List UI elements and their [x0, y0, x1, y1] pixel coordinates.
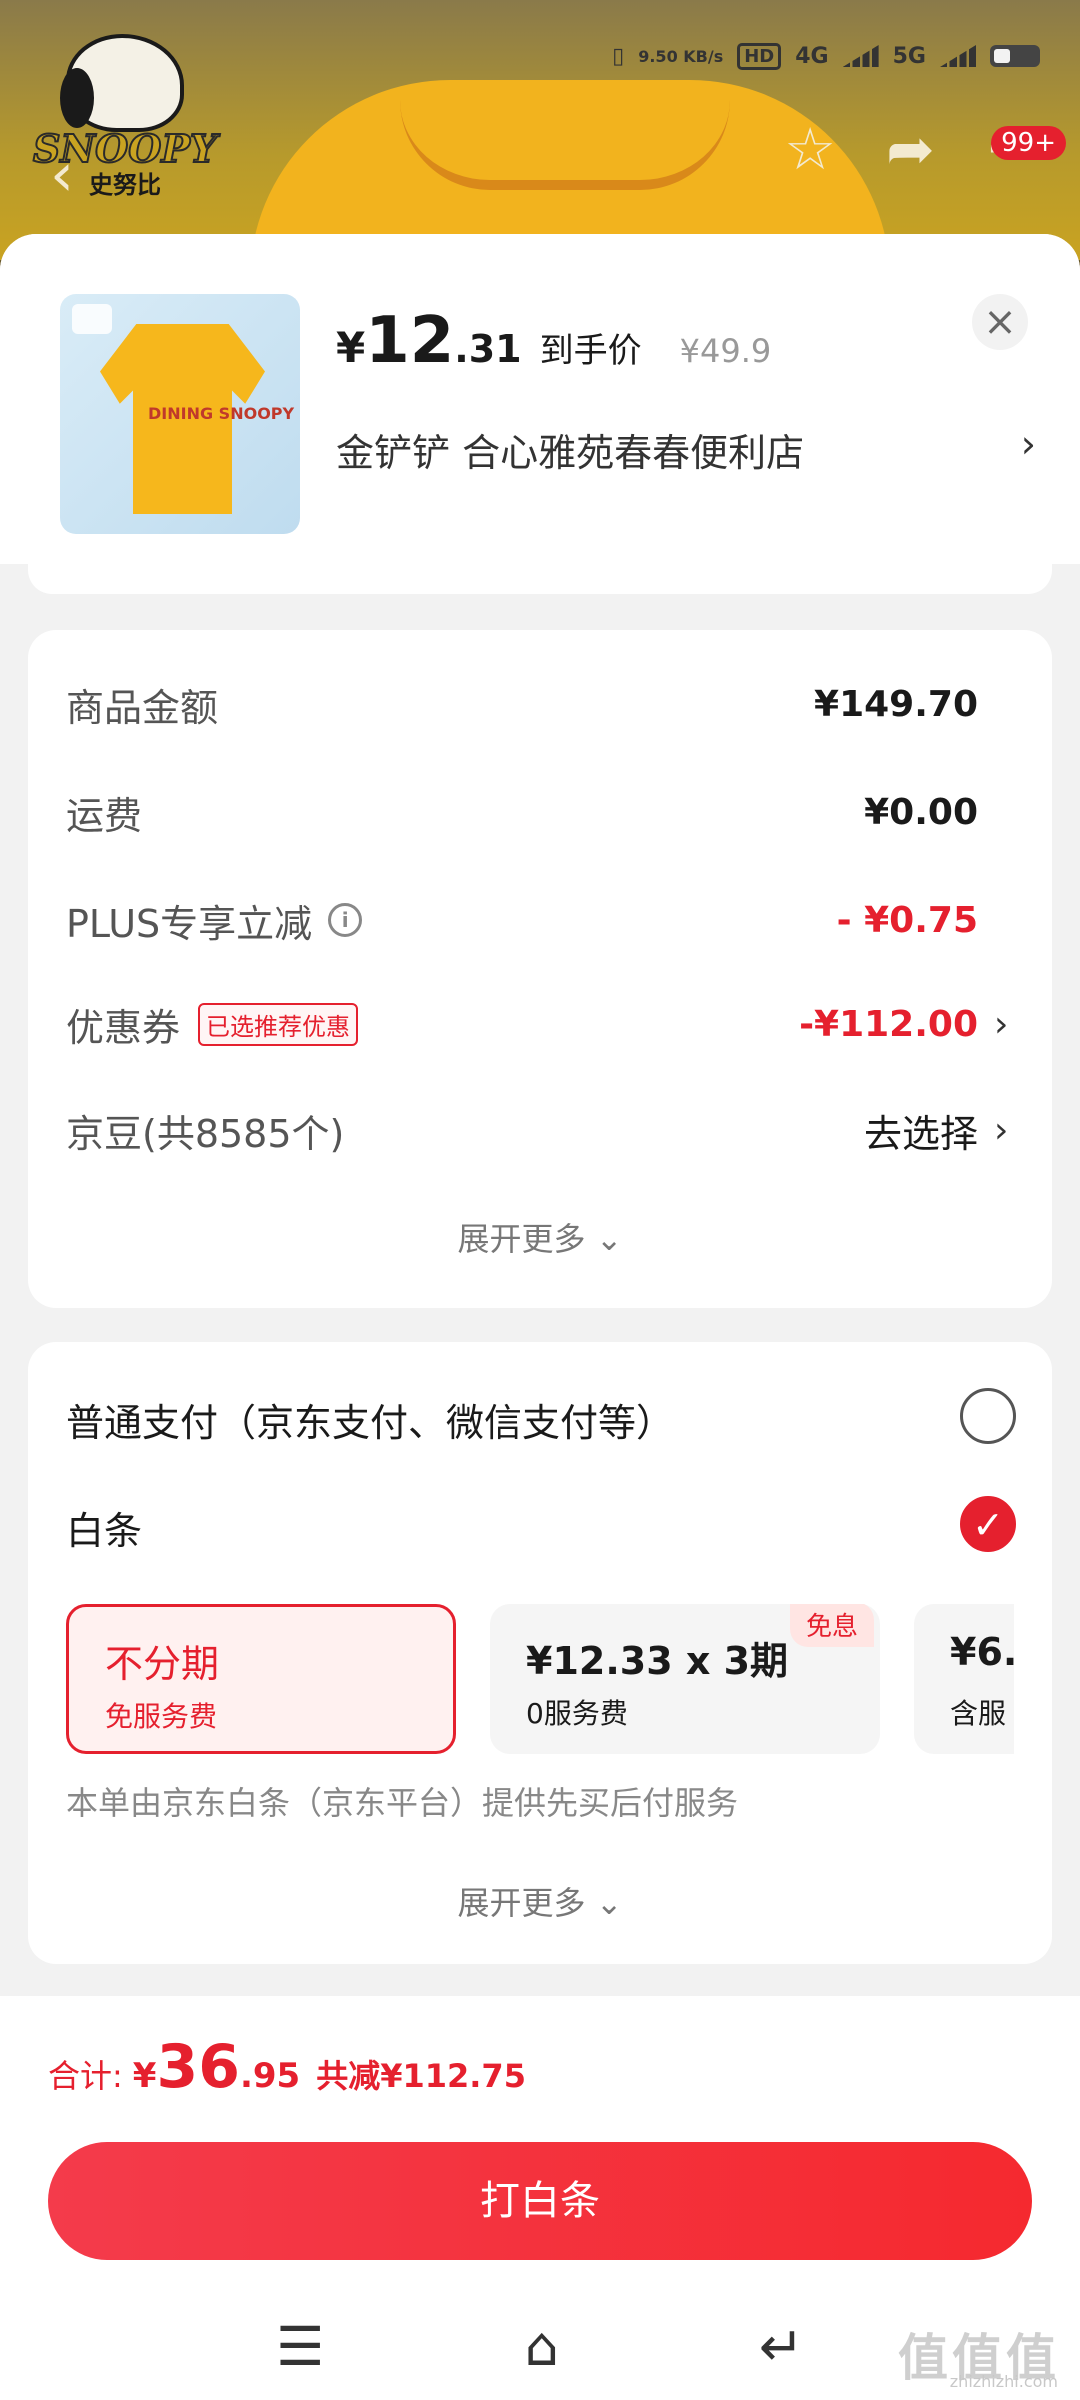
plus-discount-value: - ¥0.75: [836, 899, 978, 941]
total-currency: ¥: [132, 2056, 157, 2096]
price-row: ¥ 12 .31 到手价 ¥49.9: [336, 304, 771, 378]
sheet-header: DINING SNOOPY ¥ 12 .31 到手价 ¥49.9 × 金铲铲 合…: [0, 234, 1080, 564]
store-name: 金铲铲 合心雅苑春春便利店: [336, 431, 805, 475]
shipping-row: 运费 ¥0.00: [66, 782, 1014, 842]
favorite-star-icon[interactable]: ☆: [784, 120, 836, 178]
baitiao-service-note: 本单由京东白条（京东平台）提供先买后付服务: [66, 1784, 739, 1822]
plan-sub: 免服务费: [105, 1700, 218, 1733]
snoopy-logo-icon: [60, 34, 184, 132]
expand-more-label: 展开更多: [457, 1220, 586, 1258]
battery-icon: [990, 45, 1040, 67]
plan-sub: 0服务费: [526, 1697, 628, 1730]
network-4g: 4G: [795, 43, 829, 69]
price-currency: ¥: [336, 323, 366, 372]
notification-badge: 99+: [991, 126, 1066, 160]
plan-3-installments[interactable]: 免息 ¥12.33 x 3期 0服务费: [490, 1604, 880, 1754]
total-row: 合计: ¥ 36 .95 共减¥112.75: [48, 2032, 526, 2102]
goods-amount-label: 商品金额: [66, 685, 219, 730]
coupon-badge: 已选推荐优惠: [198, 1002, 359, 1046]
price-decimal: .31: [454, 327, 522, 371]
net-speed: 9.50 KB/s: [638, 46, 724, 66]
expand-more-button-2[interactable]: 展开更多 ⌄: [28, 1878, 1052, 1924]
hd-icon: HD: [737, 42, 782, 70]
back-nav-icon[interactable]: ↵: [759, 2315, 804, 2378]
coupon-value: -¥112.00: [799, 1003, 978, 1045]
thumb-print-text: DINING SNOOPY: [148, 404, 295, 423]
checkout-footer: 合计: ¥ 36 .95 共减¥112.75 打白条 ☰ ⌂ ↵ 值值值 zhi…: [0, 1996, 1080, 2400]
chevron-right-icon: ›: [1020, 422, 1036, 466]
plus-discount-label: PLUS专享立减: [66, 901, 313, 946]
goods-amount-row: 商品金额 ¥149.70: [66, 674, 1014, 734]
plan-6-installments[interactable]: ¥6. 含服: [914, 1604, 1014, 1754]
coupon-label: 优惠券: [66, 1005, 181, 1050]
watermark-sub: zhizhizhi.com: [949, 2372, 1058, 2391]
vibrate-icon: ▯: [612, 43, 625, 69]
price-tag: 到手价: [539, 331, 642, 371]
jingdou-label: 京豆(共8585个): [66, 1111, 345, 1156]
chevron-right-icon: ›: [994, 1003, 1009, 1045]
total-discount: 共减¥112.75: [316, 2057, 526, 2095]
normal-pay-option[interactable]: 普通支付（京东支付、微信支付等）: [66, 1392, 674, 1447]
store-row[interactable]: 金铲铲 合心雅苑春春便利店 ›: [336, 422, 1036, 477]
plus-discount-row: PLUS专享立减 i - ¥0.75: [66, 890, 1014, 950]
original-price: ¥49.9: [679, 332, 772, 370]
info-icon[interactable]: i: [328, 903, 363, 937]
pay-with-baitiao-button[interactable]: 打白条: [48, 2142, 1032, 2260]
price-integer: 12: [365, 304, 455, 378]
expand-more-button[interactable]: 展开更多 ⌄: [28, 1214, 1052, 1260]
interest-free-badge: 免息: [789, 1604, 874, 1647]
menu-icon[interactable]: ☰: [276, 2315, 324, 2378]
back-icon[interactable]: ‹: [50, 140, 74, 210]
product-image-collar: [400, 100, 730, 190]
plan-title: ¥6.: [950, 1630, 1014, 1674]
chevron-down-icon: ⌄: [595, 1884, 623, 1922]
home-icon[interactable]: ⌂: [524, 2315, 558, 2378]
chevron-down-icon: ⌄: [595, 1220, 623, 1258]
share-icon[interactable]: ➦: [886, 120, 935, 178]
baitiao-option[interactable]: 白条: [66, 1500, 142, 1555]
plan-title: 不分期: [105, 1642, 220, 1686]
shipping-value: ¥0.00: [864, 791, 978, 833]
brand-logo-cn: 史努比: [89, 171, 161, 199]
close-button[interactable]: ×: [972, 294, 1028, 350]
installment-plans: 不分期 免服务费 免息 ¥12.33 x 3期 0服务费 ¥6. 含服: [66, 1604, 1014, 1756]
product-page-background: SNOOPY 史努比 ‹ ▯ 9.50 KB/s HD 4G 5G ☆ ➦ ··…: [0, 0, 1080, 260]
signal-icon: [842, 45, 879, 67]
goods-amount-value: ¥149.70: [814, 683, 978, 725]
total-decimal: .95: [239, 2056, 301, 2096]
jingdou-row[interactable]: 京豆(共8585个) 去选择 ›: [66, 1100, 1014, 1160]
coupon-row[interactable]: 优惠券 已选推荐优惠 -¥112.00 ›: [66, 994, 1014, 1054]
status-bar: ▯ 9.50 KB/s HD 4G 5G: [612, 36, 1040, 76]
plan-title: ¥12.33 x 3期: [526, 1639, 789, 1683]
expand-more-label: 展开更多: [457, 1884, 586, 1922]
plan-no-installment[interactable]: 不分期 免服务费: [66, 1604, 456, 1754]
chevron-right-icon: ›: [994, 1109, 1009, 1151]
collapsed-section: [28, 564, 1052, 594]
baitiao-radio-checked[interactable]: ✓: [960, 1496, 1016, 1552]
total-label: 合计:: [48, 2057, 123, 2095]
total-integer: 36: [156, 2032, 240, 2102]
jingdou-value: 去选择: [863, 1111, 978, 1156]
plan-sub: 含服: [950, 1697, 1007, 1730]
network-5g: 5G: [892, 43, 926, 69]
product-thumbnail[interactable]: DINING SNOOPY: [60, 294, 300, 534]
price-summary-card: 商品金额 ¥149.70 运费 ¥0.00 PLUS专享立减 i - ¥0.75…: [28, 630, 1052, 1308]
normal-pay-radio[interactable]: [960, 1388, 1016, 1444]
payment-method-card: 普通支付（京东支付、微信支付等） 白条 ✓ 不分期 免服务费 免息 ¥12.33…: [28, 1342, 1052, 1964]
shipping-label: 运费: [66, 793, 143, 838]
signal-icon-2: [940, 45, 976, 67]
thumb-logo: [72, 304, 112, 334]
